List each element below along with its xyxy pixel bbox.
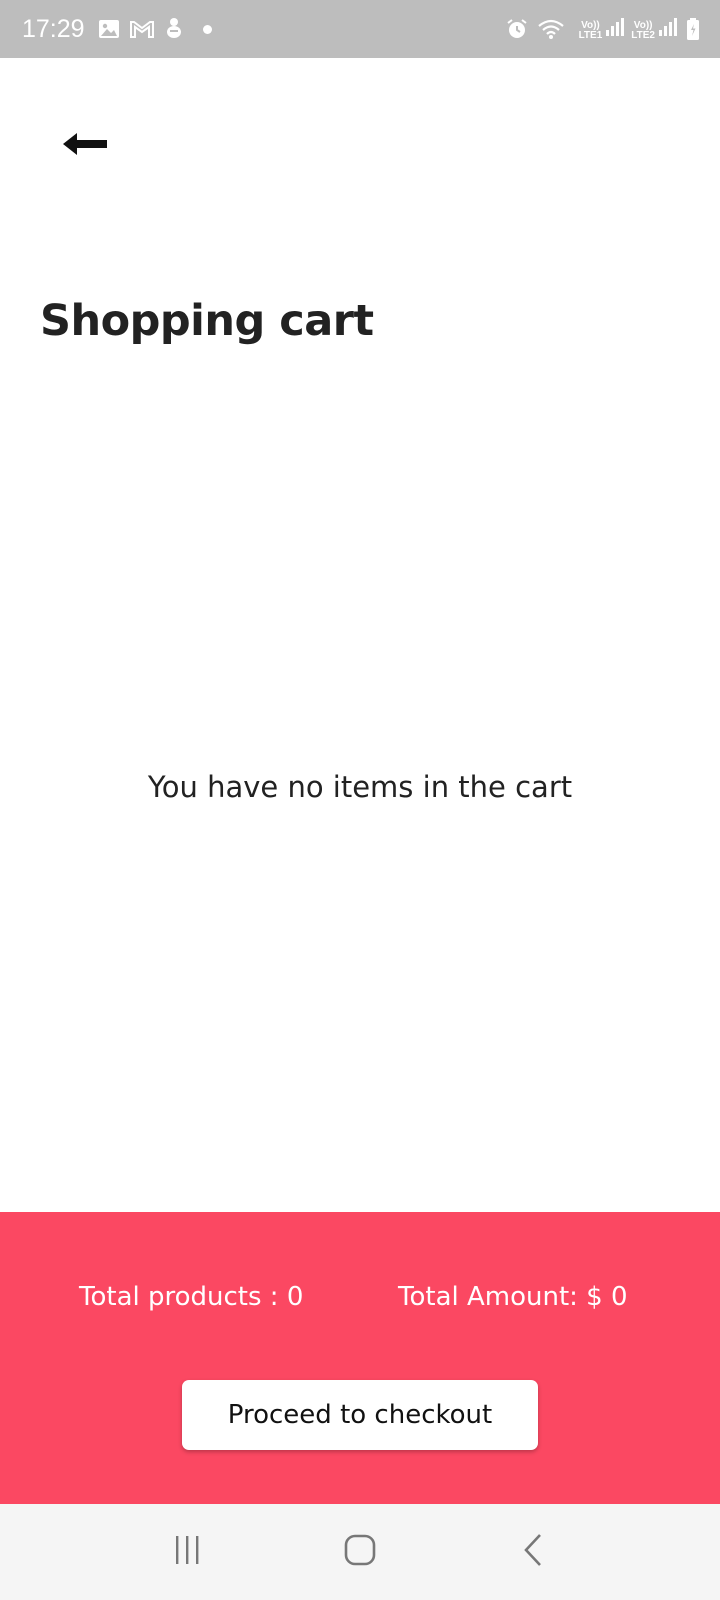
- wifi-icon: [537, 18, 565, 40]
- navigation-bar: [0, 1504, 720, 1600]
- recents-button[interactable]: [147, 1512, 227, 1592]
- status-time: 17:29: [22, 14, 85, 43]
- recents-icon: [170, 1534, 204, 1570]
- back-nav-icon: [520, 1532, 546, 1572]
- total-products-label: Total products : 0: [79, 1282, 304, 1312]
- status-right: Vo)) LTE1 Vo)) LTE2: [505, 17, 700, 41]
- alarm-icon: [505, 17, 529, 41]
- sim1-network: Vo)) LTE1: [579, 17, 626, 41]
- page-title: Shopping cart: [40, 296, 374, 346]
- status-left: 17:29: [22, 15, 212, 44]
- app-notification-icon: [163, 17, 185, 41]
- summary-row: Total products : 0 Total Amount: $ 0: [0, 1282, 720, 1326]
- dot-icon: [202, 24, 212, 34]
- sim2-network: Vo)) LTE2: [631, 17, 678, 41]
- checkout-button[interactable]: Proceed to checkout: [182, 1380, 538, 1450]
- gmail-icon: [129, 18, 155, 40]
- total-amount-label: Total Amount: $ 0: [398, 1282, 628, 1312]
- home-icon: [342, 1532, 378, 1572]
- arrow-left-icon: [61, 129, 111, 163]
- signal-icon: [658, 17, 678, 41]
- nav-back-button[interactable]: [493, 1512, 573, 1592]
- sim1-lte-label: LTE1: [578, 30, 603, 41]
- back-button[interactable]: [52, 120, 120, 172]
- empty-cart-message: You have no items in the cart: [147, 770, 573, 804]
- gallery-icon: [97, 17, 121, 41]
- cart-summary-panel: Total products : 0 Total Amount: $ 0 Pro…: [0, 1212, 720, 1504]
- status-bar: 17:29 Vo)) LTE1 Vo)) LTE2: [0, 0, 720, 58]
- sim2-lte-label: LTE2: [631, 30, 655, 41]
- signal-icon: [605, 17, 625, 41]
- home-button[interactable]: [320, 1512, 400, 1592]
- battery-icon: [686, 17, 700, 41]
